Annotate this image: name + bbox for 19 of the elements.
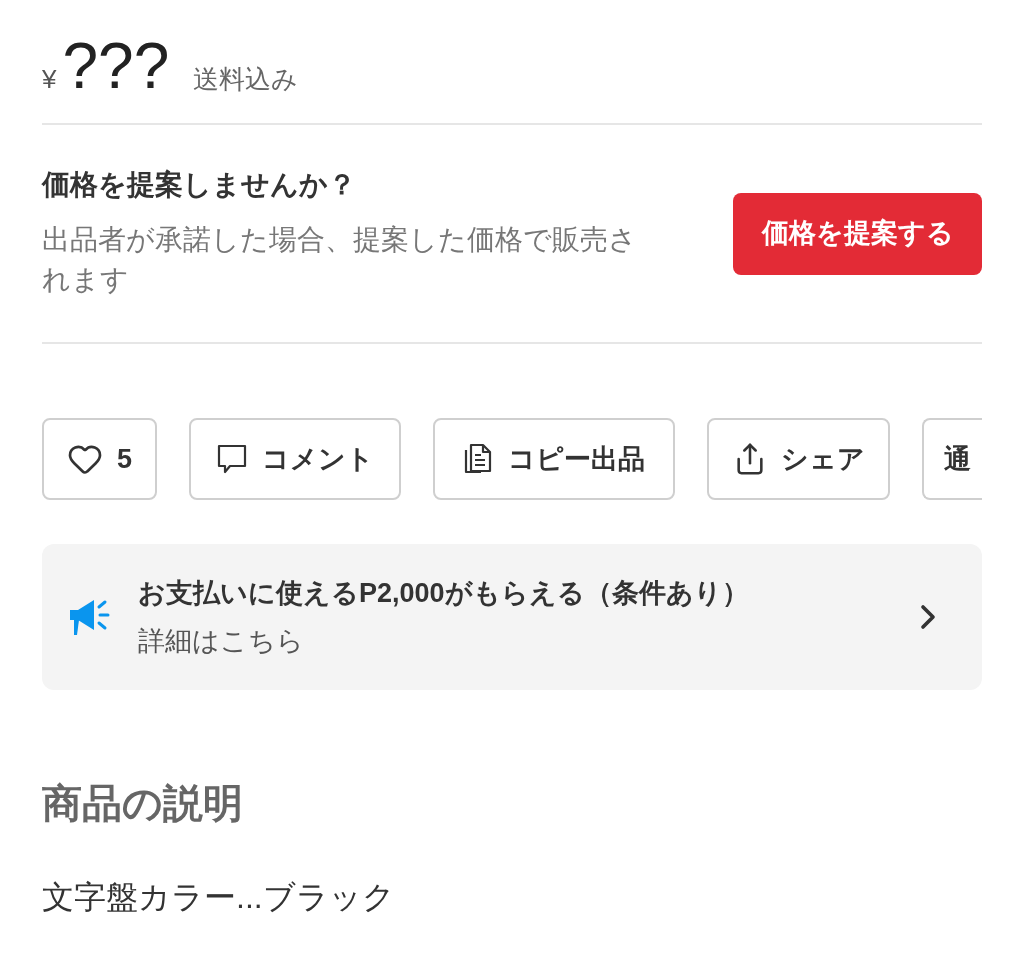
speech-bubble-icon	[216, 443, 248, 475]
shipping-note: 送料込み	[193, 66, 299, 92]
like-button[interactable]: 5	[42, 418, 157, 500]
offer-button[interactable]: 価格を提案する	[733, 192, 982, 275]
comment-button[interactable]: コメント	[189, 418, 401, 500]
offer-title: 価格を提案しませんか？	[42, 168, 357, 202]
currency-symbol: ¥	[42, 66, 57, 92]
promo-title: お支払いに使えるP2,000がもらえる（条件あり）	[138, 577, 750, 610]
share-button[interactable]: シェア	[707, 418, 890, 500]
description-text: 文字盤カラー...ブラック	[42, 878, 396, 917]
promo-banner[interactable]: お支払いに使えるP2,000がもらえる（条件あり） 詳細はこちら	[42, 544, 982, 690]
price-amount: ???	[62, 34, 170, 98]
section-heading: 商品の説明	[42, 780, 244, 827]
offer-description: 出品者が承諾した場合、提案した価格で販売されます	[42, 223, 638, 297]
promo-link-text: 詳細はこちら	[138, 625, 305, 658]
megaphone-icon	[68, 598, 110, 636]
documents-icon	[463, 443, 494, 475]
copy-listing-button[interactable]: コピー出品	[433, 418, 675, 500]
partial-action-button[interactable]: 通	[922, 418, 982, 500]
